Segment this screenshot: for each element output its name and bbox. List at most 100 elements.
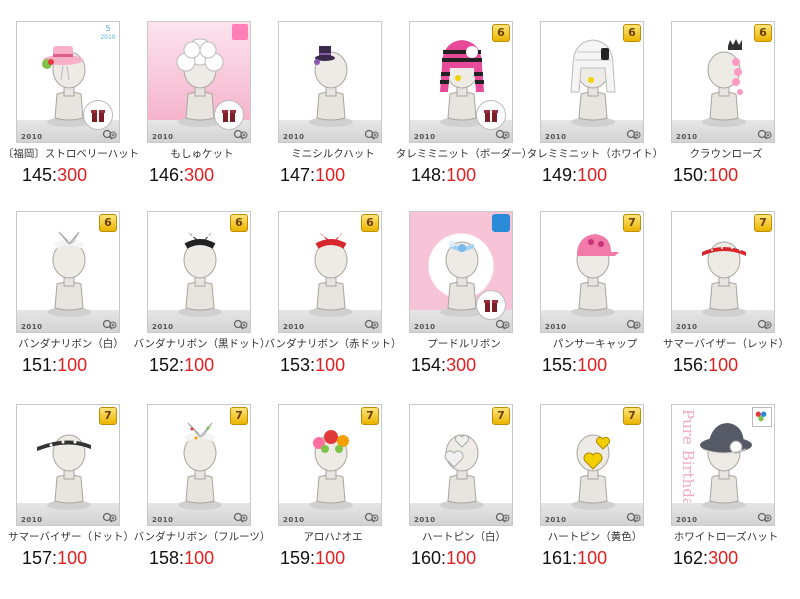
- item-card[interactable]: 2010 7 パンサーキャップ 155:100: [524, 190, 654, 386]
- item-price: 153:100: [280, 354, 345, 376]
- item-number: 155: [542, 355, 573, 375]
- item-price-value: 100: [315, 548, 346, 568]
- gift-icon[interactable]: [476, 290, 506, 320]
- year-label: 2010: [283, 323, 305, 331]
- item-price-value: 100: [577, 355, 608, 375]
- zoom-icon[interactable]: [232, 129, 248, 141]
- year-label: 2010: [545, 516, 567, 524]
- character-badge-icon: [232, 24, 248, 40]
- item-number: 152: [149, 355, 180, 375]
- item-name: アロハ♪オエ: [303, 531, 363, 543]
- item-price-value: 100: [184, 548, 215, 568]
- item-thumbnail[interactable]: 2010 7: [540, 404, 644, 526]
- item-price-value: 100: [708, 165, 739, 185]
- item-price: 152:100: [149, 354, 214, 376]
- item-name: サマーバイザー（レッド）: [663, 338, 789, 350]
- item-name: ミニシルクハット: [291, 148, 375, 160]
- item-thumbnail[interactable]: 2010: [409, 211, 513, 333]
- item-number: 162: [673, 548, 704, 568]
- item-price-value: 100: [577, 165, 608, 185]
- item-name: タレミミニット（ボーダー）: [395, 148, 533, 160]
- zoom-icon[interactable]: [232, 319, 248, 331]
- item-thumbnail[interactable]: 2010 6: [16, 211, 120, 333]
- level-badge-icon: 7: [492, 407, 510, 425]
- item-card[interactable]: 2010 6 タレミミニット（ホワイト） 149:100: [524, 0, 663, 196]
- zoom-icon[interactable]: [494, 129, 510, 141]
- item-card[interactable]: 2010 6 バンダナリボン（白） 151:100: [0, 190, 130, 386]
- item-thumbnail[interactable]: 2010 7: [671, 211, 775, 333]
- item-price-value: 100: [446, 165, 477, 185]
- zoom-icon[interactable]: [625, 319, 641, 331]
- item-card[interactable]: 2010 7 バンダナリボン（フルーツ） 158:100: [131, 383, 270, 579]
- item-name: プードルリボン: [427, 338, 501, 350]
- item-price-value: 100: [446, 548, 477, 568]
- item-number: 159: [280, 548, 311, 568]
- item-price: 161:100: [542, 547, 607, 569]
- item-grid: 2010 5 2010 〔福岡〕ストロベリーハット 145:300 2010 もしゅケット 1…: [0, 0, 800, 599]
- item-thumbnail[interactable]: 2010 5 2010: [16, 21, 120, 143]
- item-card[interactable]: 2010 7 ハートピン（黄色） 161:100: [524, 383, 654, 579]
- zoom-icon[interactable]: [363, 512, 379, 524]
- item-thumbnail[interactable]: 2010 6: [540, 21, 644, 143]
- item-price: 149:100: [542, 164, 607, 186]
- item-card[interactable]: 2010 6 バンダナリボン（黒ドット） 152:100: [131, 190, 271, 386]
- level-badge-icon: 6: [623, 24, 641, 42]
- zoom-icon[interactable]: [363, 129, 379, 141]
- item-number: 161: [542, 548, 573, 568]
- item-price-value: 300: [446, 355, 477, 375]
- item-thumbnail[interactable]: Pure Birthday 2010: [671, 404, 775, 526]
- item-card[interactable]: 2010 ミニシルクハット 147:100: [262, 0, 392, 196]
- gift-icon[interactable]: [214, 100, 244, 130]
- zoom-icon[interactable]: [101, 129, 117, 141]
- zoom-icon[interactable]: [625, 512, 641, 524]
- item-price: 160:100: [411, 547, 476, 569]
- zoom-icon[interactable]: [756, 129, 772, 141]
- level-badge-icon: 7: [623, 214, 641, 232]
- gift-icon[interactable]: [476, 100, 506, 130]
- item-card[interactable]: 2010 6 クラウンローズ 150:100: [655, 0, 785, 196]
- item-thumbnail[interactable]: 2010: [278, 21, 382, 143]
- item-thumbnail[interactable]: 2010 6: [278, 211, 382, 333]
- accessory-icon: [314, 46, 335, 65]
- year-label: 2010: [283, 516, 305, 524]
- zoom-icon[interactable]: [363, 319, 379, 331]
- item-name: ハートピン（白）: [422, 531, 506, 543]
- item-card[interactable]: 2010 7 ハートピン（白） 160:100: [393, 383, 523, 579]
- item-price-value: 300: [708, 548, 739, 568]
- level-badge-icon: 6: [492, 24, 510, 42]
- item-thumbnail[interactable]: 2010 6: [409, 21, 513, 143]
- zoom-icon[interactable]: [494, 319, 510, 331]
- item-card[interactable]: Pure Birthday 2010 ホワイトローズハット 162:300: [655, 383, 785, 579]
- year-label: 2010: [545, 133, 567, 141]
- item-thumbnail[interactable]: 2010 7: [16, 404, 120, 526]
- item-thumbnail[interactable]: 2010 7: [278, 404, 382, 526]
- item-card[interactable]: 2010 7 サマーバイザー（レッド） 156:100: [655, 190, 789, 386]
- item-price-value: 100: [57, 548, 88, 568]
- zoom-icon[interactable]: [232, 512, 248, 524]
- zoom-icon[interactable]: [756, 512, 772, 524]
- item-card[interactable]: 2010 もしゅケット 146:300: [131, 0, 261, 196]
- gift-icon[interactable]: [83, 100, 113, 130]
- item-card[interactable]: 2010 プードルリボン 154:300: [393, 190, 523, 386]
- year-label: 2010: [414, 516, 436, 524]
- year-label: 2010: [414, 133, 436, 141]
- item-thumbnail[interactable]: 2010 6: [147, 211, 251, 333]
- item-thumbnail[interactable]: 2010 7: [409, 404, 513, 526]
- item-name: バンダナリボン（フルーツ）: [133, 531, 271, 543]
- item-card[interactable]: 2010 6 タレミミニット（ボーダー） 148:100: [393, 0, 532, 196]
- item-card[interactable]: 2010 5 2010 〔福岡〕ストロベリーハット 145:300: [0, 0, 139, 196]
- item-card[interactable]: 2010 7 アロハ♪オエ 159:100: [262, 383, 392, 579]
- zoom-icon[interactable]: [756, 319, 772, 331]
- item-card[interactable]: 2010 6 バンダナリボン（赤ドット） 153:100: [262, 190, 402, 386]
- item-thumbnail[interactable]: 2010 7: [147, 404, 251, 526]
- zoom-icon[interactable]: [625, 129, 641, 141]
- item-thumbnail[interactable]: 2010 6: [671, 21, 775, 143]
- item-thumbnail[interactable]: 2010: [147, 21, 251, 143]
- year-label: 2010: [21, 323, 43, 331]
- zoom-icon[interactable]: [101, 319, 117, 331]
- zoom-icon[interactable]: [101, 512, 117, 524]
- item-card[interactable]: 2010 7 サマーバイザー（ドット） 157:100: [0, 383, 134, 579]
- zoom-icon[interactable]: [494, 512, 510, 524]
- item-price-value: 100: [315, 165, 346, 185]
- item-thumbnail[interactable]: 2010 7: [540, 211, 644, 333]
